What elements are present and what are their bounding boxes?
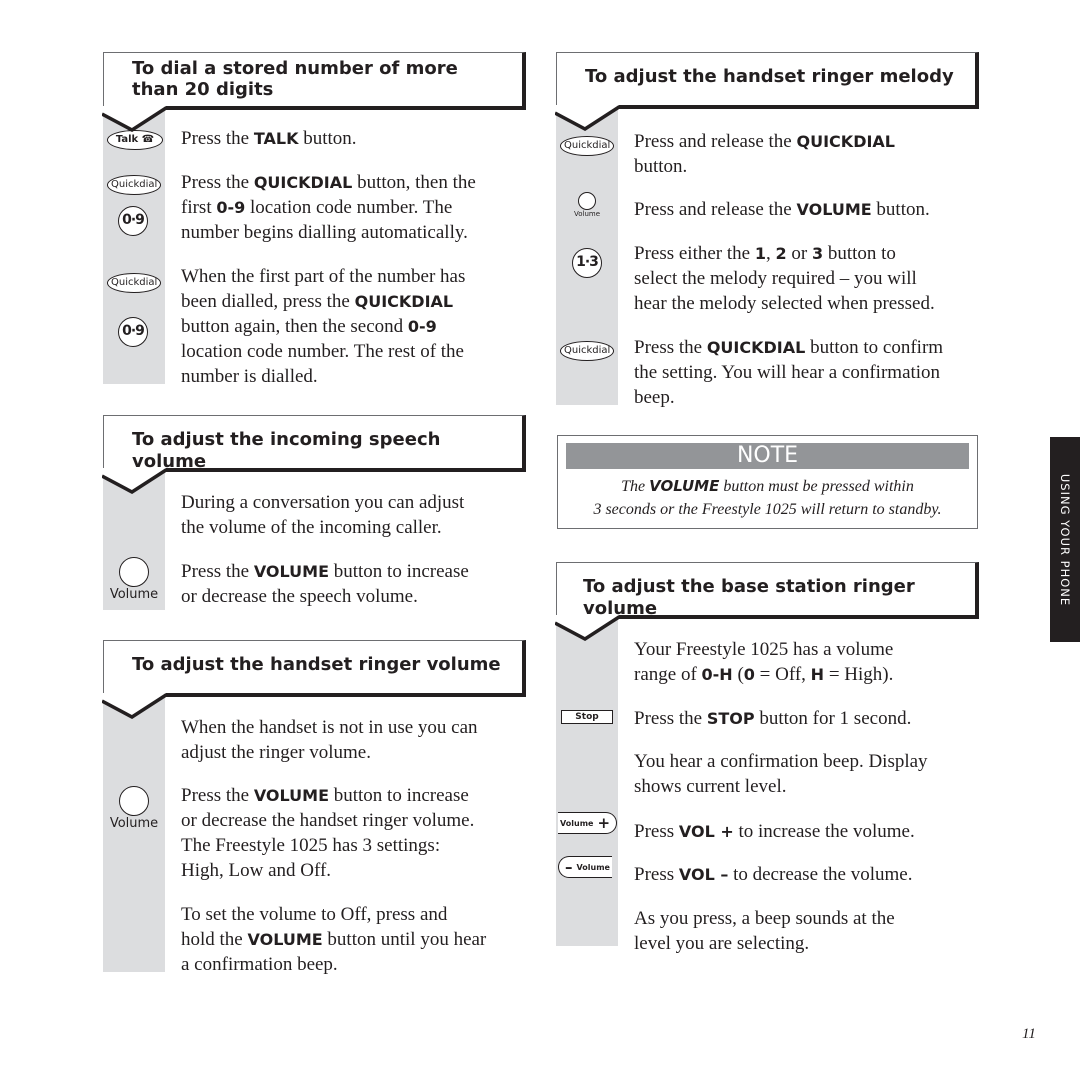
volume-minus-button-icon: – Volume — [558, 856, 612, 878]
quickdial-button-icon: Quickdial — [107, 175, 161, 195]
quickdial-button-icon: Quickdial — [560, 136, 614, 156]
note-text: The VOLUME button must be pressed within… — [593, 477, 942, 518]
talk-button-icon: Talk ☎ — [107, 130, 163, 150]
heading-pointer — [555, 105, 619, 131]
heading-pointer — [102, 693, 166, 719]
section-dial-stored-number: To dial a stored number of more than 20 … — [102, 52, 526, 392]
section-handset-ringer-volume: To adjust the handset ringer volume When… — [102, 640, 526, 980]
step-press-stop: Press the STOP button for 1 second. — [634, 708, 912, 729]
step-second-part: When the first part of the number has be… — [181, 266, 466, 387]
digits-0-9-icon: 0·9 — [118, 206, 148, 236]
volume-button-icon: Volume — [103, 557, 165, 602]
step-press-volume: Press the VOLUME button to increase or d… — [181, 561, 469, 607]
volume-button-icon: Volume — [103, 786, 165, 831]
section-heading: To adjust the incoming speech volume — [102, 415, 526, 494]
step-icon-column — [103, 690, 165, 972]
step-press-volume: Press the VOLUME button to increase or d… — [181, 785, 475, 881]
step-press-quickdial: Press the QUICKDIAL button, then the fir… — [181, 172, 476, 243]
step-set-off: To set the volume to Off, press and hold… — [181, 904, 487, 975]
base-volume-range: Your Freestyle 1025 has a volume range o… — [634, 639, 894, 685]
step-select-melody: Press either the 1, 2 or 3 button to sel… — [634, 243, 935, 314]
chapter-side-tab: USING YOUR PHONE — [1050, 437, 1080, 642]
step-vol-minus: Press VOL – to decrease the volume. — [634, 864, 913, 885]
volume-button-icon: Volume — [556, 192, 618, 218]
step-confirm: Press the QUICKDIAL button to confirm th… — [634, 337, 944, 408]
section-incoming-speech-volume: To adjust the incoming speech volume Dur… — [102, 415, 526, 615]
step-icon-column — [556, 612, 618, 946]
step-press-volume: Press and release the VOLUME button. — [634, 199, 930, 220]
speech-volume-intro: During a conversation you can adjust the… — [181, 492, 465, 538]
beep-level-text: As you press, a beep sounds at the level… — [634, 908, 895, 954]
section-base-station-ringer-volume: To adjust the base station ringer volume… — [555, 562, 979, 962]
section-heading: To adjust the handset ringer volume — [102, 640, 526, 719]
heading-pointer — [102, 106, 166, 132]
digits-1-3-icon: 1·3 — [572, 248, 602, 278]
step-press-talk: Press the TALK button. — [181, 128, 357, 149]
quickdial-button-icon: Quickdial — [107, 273, 161, 293]
handset-volume-intro: When the handset is not in use you can a… — [181, 717, 478, 763]
section-heading: To adjust the handset ringer melody — [555, 52, 979, 131]
section-handset-ringer-melody: To adjust the handset ringer melody Quic… — [555, 52, 979, 412]
heading-pointer — [555, 615, 619, 641]
digits-0-9-icon: 0·9 — [118, 317, 148, 347]
heading-pointer — [102, 468, 166, 494]
stop-button-icon: Stop — [561, 710, 613, 724]
page-number: 11 — [1022, 1026, 1036, 1042]
step-vol-plus: Press VOL + to increase the volume. — [634, 821, 915, 842]
note-title: NOTE — [566, 443, 969, 469]
quickdial-button-icon: Quickdial — [560, 341, 614, 361]
note-box: NOTE The VOLUME button must be pressed w… — [557, 435, 978, 529]
volume-plus-button-icon: Volume + — [558, 812, 618, 834]
step-press-quickdial: Press and release the QUICKDIAL button. — [634, 131, 895, 177]
section-heading: To adjust the base station ringer volume — [555, 562, 979, 641]
confirmation-beep-text: You hear a confirmation beep. Display sh… — [634, 751, 928, 797]
section-heading: To dial a stored number of more than 20 … — [102, 52, 526, 132]
